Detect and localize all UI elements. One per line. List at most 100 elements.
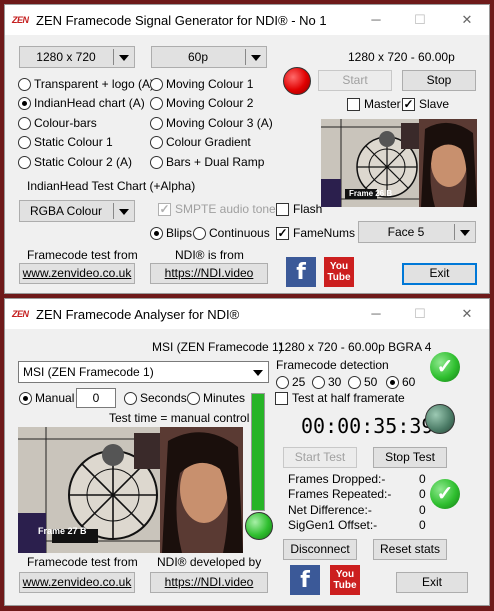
colour-format-select[interactable]: RGBA Colour bbox=[19, 200, 135, 222]
detection-label: Framecode detection bbox=[276, 358, 389, 372]
analyser-titlebar[interactable]: ZEN ZEN Framecode Analyser for NDI® ─ ☐ … bbox=[5, 299, 489, 329]
ndi-developed-label: NDI® developed by bbox=[157, 555, 262, 569]
framecode-test-label: Framecode test from bbox=[27, 248, 138, 262]
facebook-icon[interactable]: f bbox=[286, 257, 316, 287]
radio-circle bbox=[18, 97, 31, 110]
source-name-label: MSI (ZEN Framecode 1) bbox=[152, 340, 283, 354]
analyser-title: ZEN Framecode Analyser for NDI® bbox=[36, 307, 240, 322]
chevron-down-icon bbox=[119, 209, 129, 215]
analyser-window: ZEN ZEN Framecode Analyser for NDI® ─ ☐ … bbox=[4, 298, 490, 606]
frame-label: Frame 27 B bbox=[38, 526, 87, 536]
frames-dropped-value: 0 bbox=[419, 472, 426, 486]
close-icon[interactable]: ✕ bbox=[452, 12, 482, 28]
checkbox-box bbox=[276, 203, 289, 216]
siggen-offset-value: 0 bbox=[419, 518, 426, 532]
radio-circle bbox=[348, 376, 361, 389]
green-status-lamp bbox=[245, 512, 273, 540]
ndi-from-label: NDI® is from bbox=[175, 248, 244, 262]
radio-circle bbox=[150, 78, 163, 91]
ndi-link[interactable]: https://NDI.video bbox=[150, 572, 268, 593]
radio-circle bbox=[150, 227, 163, 240]
reset-stats-button[interactable]: Reset stats bbox=[373, 539, 447, 560]
radio-circle bbox=[18, 156, 31, 169]
zen-logo-icon: ZEN bbox=[12, 309, 29, 319]
detection-ok-icon: ✓ bbox=[430, 352, 460, 382]
framerate-select[interactable]: 60p bbox=[151, 46, 267, 68]
generator-title: ZEN Framecode Signal Generator for NDI® … bbox=[36, 13, 327, 28]
stats-ok-icon: ✓ bbox=[430, 479, 460, 509]
manual-value-input[interactable]: 0 bbox=[76, 388, 116, 408]
radio-circle bbox=[150, 97, 163, 110]
siggen-offset-label: SigGen1 Offset:- bbox=[288, 518, 378, 532]
output-status: 1280 x 720 - 60.00p bbox=[348, 50, 455, 64]
net-difference-label: Net Difference:- bbox=[288, 503, 372, 517]
zen-logo-icon: ZEN bbox=[12, 15, 29, 25]
disconnect-button[interactable]: Disconnect bbox=[283, 539, 357, 560]
face-select[interactable]: Face 5 bbox=[358, 221, 476, 243]
signal-level-bar bbox=[251, 393, 265, 511]
radio-circle bbox=[18, 78, 31, 91]
frames-repeated-value: 0 bbox=[419, 487, 426, 501]
chevron-down-icon bbox=[119, 55, 129, 61]
ndi-source-select[interactable]: MSI (ZEN Framecode 1) bbox=[18, 361, 269, 383]
zenvideo-link[interactable]: www.zenvideo.co.uk bbox=[19, 572, 135, 593]
source-caption: IndianHead Test Chart (+Alpha) bbox=[27, 179, 196, 193]
radio-circle bbox=[312, 376, 325, 389]
ndi-link[interactable]: https://NDI.video bbox=[150, 263, 268, 284]
colour-format-value: RGBA Colour bbox=[29, 204, 103, 218]
generator-window: ZEN ZEN Framecode Signal Generator for N… bbox=[4, 4, 490, 294]
start-button[interactable]: Start bbox=[318, 70, 392, 91]
chevron-down-icon bbox=[251, 55, 261, 61]
frame-label: Frame 26 B bbox=[349, 189, 393, 198]
radio-circle bbox=[150, 136, 163, 149]
start-test-button[interactable]: Start Test bbox=[283, 447, 357, 468]
check-icon: ✓ bbox=[158, 202, 171, 216]
net-difference-value: 0 bbox=[419, 503, 426, 517]
checkbox-box bbox=[347, 98, 360, 111]
frames-dropped-label: Frames Dropped:- bbox=[288, 472, 386, 486]
radio-circle bbox=[187, 392, 200, 405]
facebook-icon[interactable]: f bbox=[290, 565, 320, 595]
test-time-label: Test time = manual control bbox=[109, 411, 250, 425]
analyser-preview-image: Frame 27 B bbox=[18, 427, 243, 553]
stop-button[interactable]: Stop bbox=[402, 70, 476, 91]
check-icon: ✓ bbox=[276, 226, 289, 240]
minimize-icon[interactable]: ─ bbox=[361, 306, 391, 322]
resolution-value: 1280 x 720 bbox=[36, 50, 96, 64]
timecode-display: 00:00:35:39 bbox=[301, 414, 434, 438]
stop-test-button[interactable]: Stop Test bbox=[373, 447, 447, 468]
minimize-icon[interactable]: ─ bbox=[361, 12, 391, 28]
face-value: Face 5 bbox=[387, 225, 425, 239]
radio-circle bbox=[276, 376, 289, 389]
grey-status-lamp bbox=[425, 404, 455, 434]
youtube-icon[interactable]: You Tube bbox=[324, 257, 354, 287]
radio-circle bbox=[150, 156, 163, 169]
radio-circle bbox=[193, 227, 206, 240]
radio-circle bbox=[18, 117, 31, 130]
chevron-down-icon bbox=[253, 370, 263, 376]
close-icon[interactable]: ✕ bbox=[452, 306, 482, 322]
radio-circle bbox=[150, 117, 163, 130]
maximize-icon[interactable]: ☐ bbox=[405, 306, 435, 322]
maximize-icon[interactable]: ☐ bbox=[405, 12, 435, 28]
radio-circle bbox=[386, 376, 399, 389]
resolution-select[interactable]: 1280 x 720 bbox=[19, 46, 135, 68]
format-status: 1280 x 720 - 60.00p BGRA 4 bbox=[278, 340, 432, 354]
check-icon: ✓ bbox=[402, 97, 415, 111]
generator-titlebar[interactable]: ZEN ZEN Framecode Signal Generator for N… bbox=[5, 5, 489, 35]
chevron-down-icon bbox=[460, 230, 470, 236]
exit-button[interactable]: Exit bbox=[396, 572, 468, 593]
youtube-icon[interactable]: You Tube bbox=[330, 565, 360, 595]
indianhead-chart-icon bbox=[321, 119, 477, 207]
radio-circle bbox=[124, 392, 137, 405]
framerate-value: 60p bbox=[187, 50, 209, 64]
exit-button[interactable]: Exit bbox=[402, 263, 477, 285]
framecode-test-label: Framecode test from bbox=[27, 555, 138, 569]
radio-circle bbox=[18, 136, 31, 149]
generator-preview-image: Frame 26 B bbox=[321, 119, 477, 207]
checkbox-box bbox=[275, 392, 288, 405]
ndi-source-value: MSI (ZEN Framecode 1) bbox=[23, 365, 154, 379]
zenvideo-link[interactable]: www.zenvideo.co.uk bbox=[19, 263, 135, 284]
frames-repeated-label: Frames Repeated:- bbox=[288, 487, 392, 501]
radio-circle bbox=[19, 392, 32, 405]
